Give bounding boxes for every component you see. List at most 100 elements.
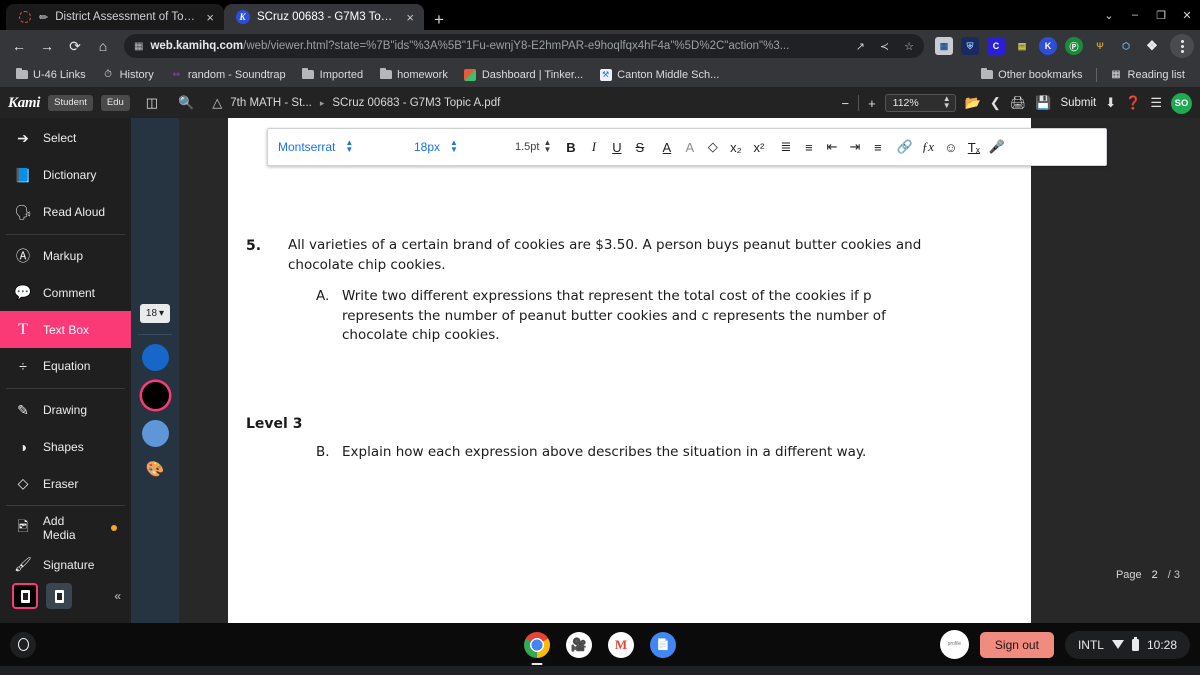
docs-app-icon[interactable]: 📄 [650, 631, 676, 658]
sidebar-item-drawing[interactable]: ✎ Drawing [0, 392, 131, 429]
minimize-button[interactable]: – [1122, 0, 1148, 30]
us-extension-icon[interactable]: ▤ [1013, 37, 1031, 55]
subscript-button[interactable]: x₂ [724, 135, 747, 159]
lp-extension-icon[interactable]: Ⓟ [1065, 37, 1083, 55]
shield-extension-icon[interactable]: ⛨ [961, 37, 979, 55]
reading-list-button[interactable]: ▦ Reading list [1103, 66, 1192, 83]
page-current[interactable]: 2 [1152, 569, 1158, 581]
link-button[interactable]: 🔗 [893, 135, 916, 159]
search-icon[interactable]: 🔍 [178, 95, 194, 111]
print-icon[interactable]: 🖨 [1010, 95, 1027, 111]
dictate-button[interactable]: 🎤 [985, 135, 1008, 159]
sidebar-item-equation[interactable]: ÷ Equation [0, 348, 131, 385]
meet-app-icon[interactable]: 🎥 [566, 631, 592, 658]
single-page-view-icon[interactable] [12, 583, 38, 610]
help-icon[interactable]: ❓ [1125, 95, 1141, 111]
underline-button[interactable]: U [605, 135, 628, 159]
status-tray[interactable]: INTL 10:28 [1064, 630, 1190, 659]
line-spacing-select[interactable]: 1.5pt ▲ ▼ [515, 139, 551, 154]
sidebar-item-text-box[interactable]: T Text Box [0, 311, 131, 349]
browser-tab-1[interactable]: K SCruz 00683 - G7M3 Topic A.pdf × [224, 4, 424, 30]
launcher-icon[interactable] [10, 631, 36, 658]
bookmark-star-icon[interactable]: ☆ [900, 40, 918, 53]
collapse-sidebar-button[interactable]: « [114, 589, 121, 603]
office-editing-extension-icon[interactable]: ▦ [935, 37, 953, 55]
bookmark-imported[interactable]: Imported [295, 66, 370, 83]
font-size-stepper[interactable]: 18 ▾ [140, 304, 170, 323]
share-icon[interactable]: ❮ [990, 95, 1001, 111]
fill-color-button[interactable]: ◇ [701, 135, 724, 159]
download-icon[interactable]: ⬇ [1105, 95, 1116, 111]
hamburger-menu-icon[interactable]: ☰ [1150, 95, 1162, 111]
light-blue-swatch[interactable] [141, 420, 169, 447]
restore-button[interactable]: ❐ [1148, 0, 1174, 30]
bookmark-homework[interactable]: homework [372, 66, 455, 83]
align-button[interactable]: ≡ [866, 135, 889, 159]
bookmark-dashboard-tinkercad[interactable]: Dashboard | Tinker... [457, 66, 590, 83]
zoom-out-button[interactable]: − [841, 96, 849, 111]
expand-chevron-icon[interactable]: ⌄ [1096, 0, 1122, 30]
pd-extension-icon[interactable]: ⬡ [1117, 37, 1135, 55]
bold-button[interactable]: B [559, 135, 582, 159]
forward-button[interactable]: → [34, 33, 60, 59]
numbered-list-button[interactable]: ≣ [774, 135, 797, 159]
blue-swatch[interactable] [141, 344, 169, 371]
thumbnail-view-icon[interactable] [46, 583, 72, 610]
close-window-button[interactable]: ✕ [1174, 0, 1200, 30]
tab-close-icon[interactable]: × [404, 11, 416, 24]
sidebar-item-signature[interactable]: 🖌 Signature [0, 546, 131, 583]
home-button[interactable]: ⌂ [90, 33, 116, 59]
reload-button[interactable]: ⟳ [62, 33, 88, 59]
formula-button[interactable]: ƒx [916, 135, 939, 159]
chrome-menu-button[interactable] [1170, 34, 1194, 58]
emoji-button[interactable]: ☺ [939, 135, 962, 159]
share-icon[interactable]: ≺ [876, 40, 893, 53]
other-bookmarks-button[interactable]: Other bookmarks [973, 66, 1089, 83]
sidebar-item-add-media[interactable]: 🖻 Add Media [0, 509, 131, 546]
bookmark-random-soundtrap[interactable]: ⇿ random - Soundtrap [163, 66, 293, 83]
sidebar-item-markup[interactable]: Ⓐ Markup [0, 238, 131, 275]
decrease-indent-button[interactable]: ⇤ [820, 135, 843, 159]
address-bar[interactable]: ▦ web.kamihq.com/web/viewer.html?state=%… [124, 34, 924, 58]
puzzle-extensions-icon[interactable]: ❖ [1143, 37, 1161, 55]
google-drive-icon[interactable]: △ [212, 95, 222, 111]
sidebar-item-shapes[interactable]: ◑ Shapes [0, 429, 131, 466]
kami-logo[interactable]: Kami [8, 95, 40, 112]
bookmark-history[interactable]: ⏱ History [95, 66, 161, 83]
open-folder-icon[interactable]: 📂 [965, 95, 981, 111]
sign-out-button[interactable]: Sign out [979, 631, 1054, 658]
bookmark-u46-links[interactable]: U-46 Links [8, 66, 93, 83]
clear-formatting-button[interactable]: Tₓ [962, 135, 985, 159]
sidebar-item-comment[interactable]: 💬 Comment [0, 274, 131, 311]
clever-extension-icon[interactable]: C [987, 37, 1005, 55]
highlight-color-button[interactable]: A [678, 135, 701, 159]
font-family-select[interactable]: Montserrat ▲ ▼ [278, 139, 398, 154]
split-panel-icon[interactable]: ◫ [146, 95, 158, 111]
new-tab-button[interactable]: + [424, 11, 454, 30]
pdf-page[interactable]: 5. All varieties of a certain brand of c… [228, 118, 1031, 623]
italic-button[interactable]: I [582, 135, 605, 159]
zoom-level-select[interactable]: 112% ▲ ▼ [884, 94, 956, 112]
sidebar-item-eraser[interactable]: ◇ Eraser [0, 466, 131, 503]
avatar[interactable]: SO [1171, 92, 1192, 114]
strikethrough-button[interactable]: S [628, 135, 651, 159]
save-icon[interactable]: 💾 [1035, 95, 1051, 111]
page-info-icon[interactable]: ▦ [134, 41, 143, 52]
bulleted-list-button[interactable]: ≡ [797, 135, 820, 159]
back-button[interactable]: ← [6, 33, 32, 59]
trident-extension-icon[interactable]: Ψ [1091, 37, 1109, 55]
text-color-button[interactable]: A [655, 135, 678, 159]
avatar[interactable]: profile [939, 630, 969, 659]
submit-button[interactable]: Submit [1060, 97, 1096, 109]
bookmark-canton-middle-school[interactable]: ⚒ Canton Middle Sch... [592, 66, 726, 83]
zoom-in-button[interactable]: + [868, 96, 876, 111]
sidebar-item-read-aloud[interactable]: 🗣 Read Aloud [0, 194, 131, 231]
sidebar-item-dictionary[interactable]: 📘 Dictionary [0, 157, 131, 194]
tab-close-icon[interactable]: × [204, 11, 216, 24]
font-size-select[interactable]: 18px ▲ ▼ [414, 139, 509, 154]
sidebar-item-select[interactable]: ➔ Select [0, 120, 131, 157]
black-swatch[interactable] [141, 382, 169, 409]
breadcrumb-folder[interactable]: 7th MATH - St... [230, 97, 312, 109]
chrome-app-icon[interactable] [524, 631, 550, 665]
gmail-app-icon[interactable]: M [608, 631, 634, 658]
